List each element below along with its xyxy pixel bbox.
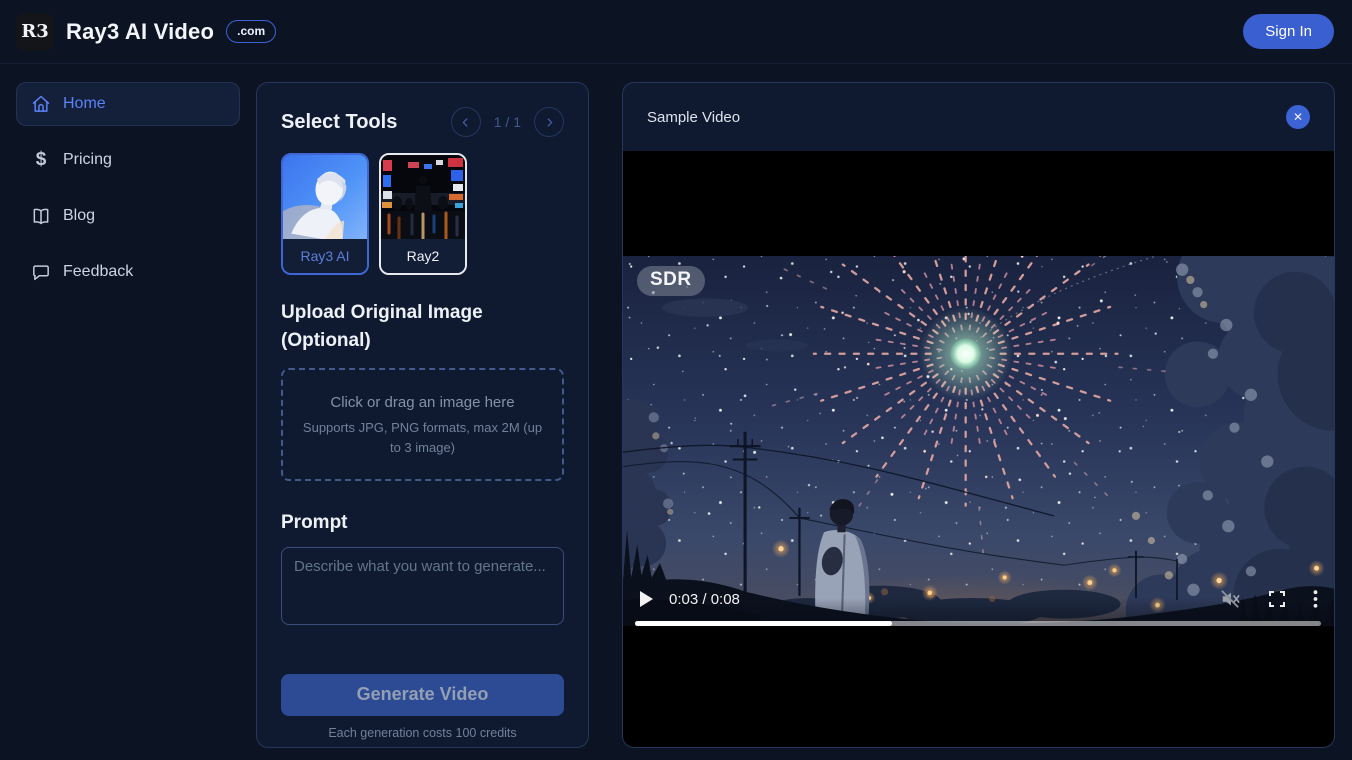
generate-button[interactable]: Generate Video bbox=[281, 673, 564, 716]
tool-card-label: Ray3 AI bbox=[283, 239, 367, 273]
video-controls: 0:03 / 0:08 bbox=[623, 583, 1334, 615]
sidebar-item-home[interactable]: Home bbox=[16, 82, 240, 126]
close-button[interactable]: ✕ bbox=[1286, 105, 1310, 129]
sidebar-item-label: Blog bbox=[63, 207, 96, 224]
pager-status: 1 / 1 bbox=[493, 114, 521, 130]
time-display: 0:03 / 0:08 bbox=[669, 590, 740, 608]
app-header: R3 Ray3 AI Video .com Sign In bbox=[0, 0, 1352, 64]
tool-card-label: Ray2 bbox=[381, 239, 465, 273]
dropzone-line2: Supports JPG, PNG formats, max 2M (up to… bbox=[302, 420, 543, 455]
video-frame bbox=[623, 256, 1334, 626]
select-tools-title: Select Tools bbox=[281, 110, 398, 133]
sidebar-item-label: Pricing bbox=[63, 151, 112, 168]
muted-speaker-icon bbox=[1221, 590, 1240, 608]
sign-in-button[interactable]: Sign In bbox=[1243, 14, 1334, 49]
fullscreen-icon bbox=[1269, 591, 1285, 607]
video-panel-title: Sample Video bbox=[647, 108, 741, 126]
dropzone-line1: Click or drag an image here bbox=[330, 394, 515, 412]
domain-badge: .com bbox=[226, 20, 277, 43]
tool-thumb-ray2-city bbox=[381, 155, 465, 239]
chevron-right-icon bbox=[546, 117, 552, 127]
chat-icon bbox=[33, 265, 49, 281]
sidebar-item-feedback[interactable]: Feedback bbox=[16, 250, 240, 294]
play-icon bbox=[640, 591, 653, 607]
video-player[interactable]: SDR 0:03 / 0:08 bbox=[623, 151, 1334, 747]
upload-heading: Upload Original Image (Optional) bbox=[281, 302, 483, 351]
overflow-menu-button[interactable] bbox=[1313, 590, 1318, 608]
app-logo: R3 bbox=[16, 12, 54, 51]
upload-dropzone[interactable]: Click or drag an image here Supports JPG… bbox=[281, 368, 564, 482]
kebab-icon bbox=[1313, 590, 1318, 608]
tool-card-ray2[interactable]: Ray2 bbox=[379, 153, 467, 275]
tool-thumb-ray3-statue bbox=[283, 155, 367, 239]
book-icon bbox=[33, 208, 49, 225]
pager-prev-button[interactable] bbox=[450, 107, 481, 137]
sidebar-item-label: Feedback bbox=[63, 263, 134, 280]
tools-pager: 1 / 1 bbox=[450, 107, 564, 137]
prompt-label: Prompt bbox=[281, 512, 348, 534]
sidebar-item-pricing[interactable]: $ Pricing bbox=[16, 138, 240, 182]
brand: R3 Ray3 AI Video .com bbox=[16, 12, 277, 51]
chevron-left-icon bbox=[462, 117, 468, 127]
mute-button[interactable] bbox=[1219, 589, 1241, 609]
tool-card-ray3[interactable]: Ray3 AI bbox=[281, 153, 369, 275]
credits-note: Each generation costs 100 credits bbox=[328, 725, 517, 740]
app-title: Ray3 AI Video bbox=[66, 18, 215, 44]
pager-next-button[interactable] bbox=[534, 107, 564, 137]
home-icon bbox=[32, 95, 50, 112]
tools-panel: Select Tools 1 / 1 Ray3 AI Ray2 Upload O… bbox=[256, 82, 589, 748]
seekbar[interactable] bbox=[635, 621, 1321, 626]
play-button[interactable] bbox=[639, 591, 653, 607]
seekbar-fill bbox=[635, 621, 893, 626]
sdr-badge: SDR bbox=[637, 266, 705, 296]
dollar-icon: $ bbox=[35, 149, 47, 170]
close-icon: ✕ bbox=[1292, 110, 1304, 124]
sidebar: Home $ Pricing Blog Feedback bbox=[0, 64, 256, 760]
prompt-textarea[interactable] bbox=[281, 546, 564, 625]
video-panel: Sample Video ✕ SDR 0:03 / 0:08 bbox=[622, 82, 1335, 748]
sidebar-item-label: Home bbox=[63, 95, 106, 112]
fullscreen-button[interactable] bbox=[1269, 591, 1285, 607]
sidebar-item-blog[interactable]: Blog bbox=[16, 194, 240, 238]
